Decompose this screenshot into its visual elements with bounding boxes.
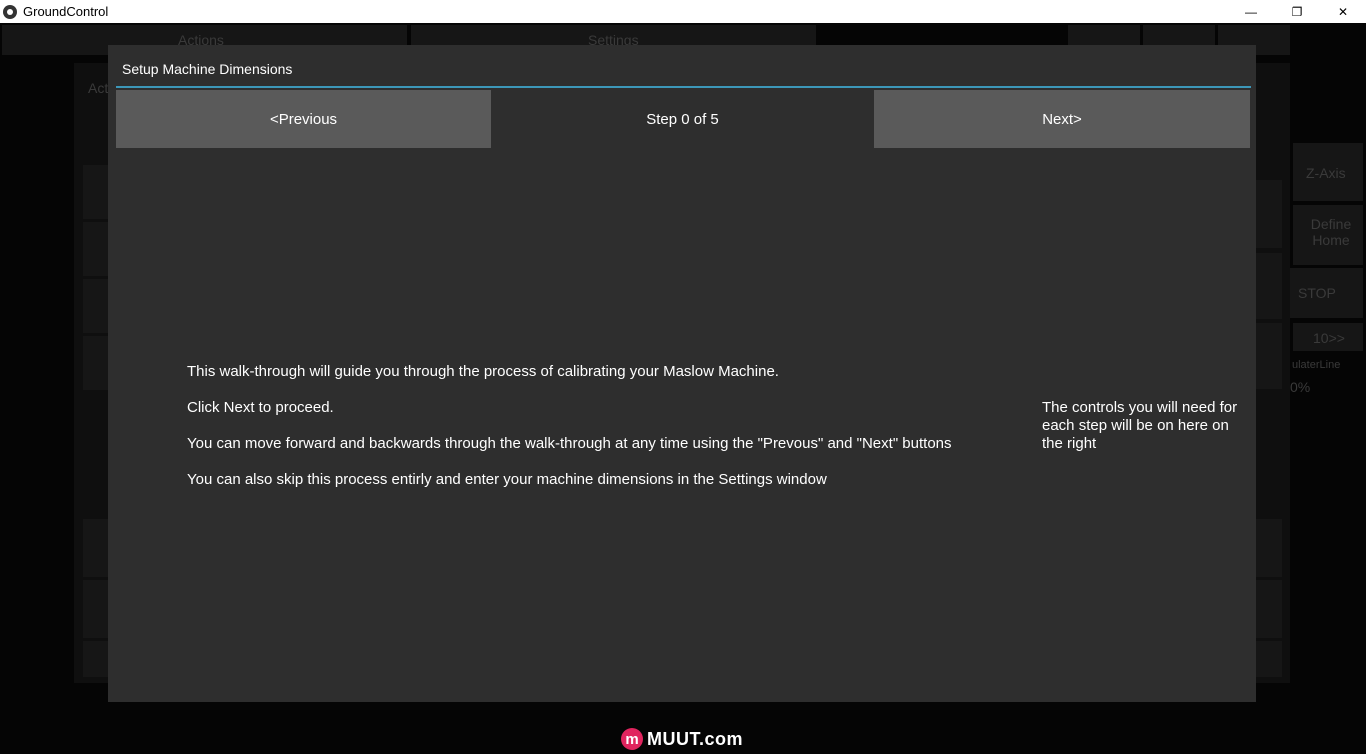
close-button[interactable]: ✕ (1320, 0, 1366, 23)
bg-ten-label: 10>> (1313, 330, 1345, 346)
bg-side-percent: 0% (1290, 379, 1311, 395)
bg-left-button-1 (83, 165, 109, 219)
bg-left-button-2 (83, 222, 109, 276)
dialog-title: Setup Machine Dimensions (122, 61, 293, 77)
window-title: GroundControl (23, 4, 109, 19)
bg-left-button-4 (83, 336, 109, 390)
title-separator (116, 86, 1251, 88)
next-button[interactable]: Next> (874, 90, 1250, 148)
bg-right-panel-2 (1256, 253, 1282, 319)
instruction-line: You can move forward and backwards throu… (187, 435, 952, 452)
instruction-line: Click Next to proceed. (187, 399, 334, 416)
muut-text: MUUT.com (647, 728, 744, 749)
bg-left-button-6 (83, 580, 109, 638)
instruction-line: This walk-through will guide you through… (187, 363, 779, 380)
bg-left-button-7 (83, 641, 109, 677)
minimize-button[interactable]: — (1228, 0, 1274, 23)
bg-left-button-3 (83, 279, 109, 333)
bg-right-panel-5 (1256, 580, 1282, 638)
bg-right-panel-4 (1256, 519, 1282, 577)
bg-stop-label: STOP (1298, 285, 1336, 301)
bg-right-panel-3 (1256, 323, 1282, 389)
app-logo-icon (3, 4, 17, 19)
bg-z-axis-label: Z-Axis (1306, 165, 1346, 181)
muut-watermark: m MUUT.com (621, 727, 743, 751)
step-indicator: Step 0 of 5 (646, 110, 719, 128)
bg-left-button-5 (83, 519, 109, 577)
bg-side-label: ulaterLine (1292, 359, 1341, 371)
restore-button[interactable]: ❐ (1274, 0, 1320, 23)
muut-logo-icon: m (621, 728, 643, 750)
controls-note: The controls you will need for each step… (1042, 399, 1238, 452)
bg-define-home-label: Define Home (1310, 216, 1352, 248)
instruction-line: You can also skip this process entirly a… (187, 471, 827, 488)
previous-button[interactable]: <Previous (116, 90, 491, 148)
instructions-text: This walk-through will guide you through… (187, 363, 987, 507)
bg-right-panel-6 (1256, 641, 1282, 677)
window-controls: — ❐ ✕ (1228, 0, 1366, 23)
setup-machine-dialog: Setup Machine Dimensions <Previous Step … (108, 45, 1256, 702)
window-titlebar: GroundControl — ❐ ✕ (0, 0, 1366, 23)
bg-right-panel-1 (1256, 180, 1282, 248)
